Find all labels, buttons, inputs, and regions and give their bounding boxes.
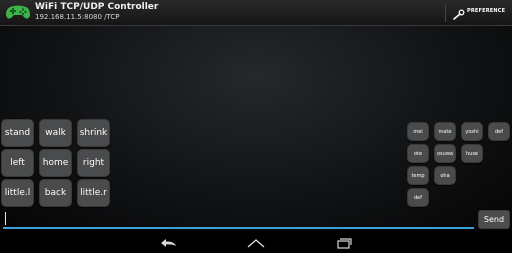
macro-button-yoshi[interactable]: yoshi: [461, 122, 483, 141]
macro-button-temp[interactable]: temp: [407, 166, 429, 185]
input-underline: [3, 227, 474, 229]
macro-button-huse[interactable]: huse: [461, 144, 483, 163]
message-input[interactable]: [0, 208, 476, 230]
shrink-button[interactable]: shrink: [77, 119, 110, 147]
navigation-bar: [0, 230, 512, 250]
gamepad-icon[interactable]: [5, 3, 31, 21]
send-button[interactable]: Send: [478, 210, 510, 229]
macro-button-def[interactable]: def: [488, 122, 510, 141]
walk-button[interactable]: walk: [39, 119, 72, 147]
macro-button-osuwa[interactable]: osuwa: [434, 144, 456, 163]
home-button[interactable]: home: [39, 149, 72, 177]
macro-button-ote[interactable]: ote: [407, 144, 429, 163]
recents-icon[interactable]: [333, 234, 355, 249]
stand-button[interactable]: stand: [1, 119, 34, 147]
back-icon[interactable]: [158, 234, 180, 247]
little-left-button[interactable]: little.l: [1, 179, 34, 207]
right-button[interactable]: right: [77, 149, 110, 177]
left-button[interactable]: left: [1, 149, 34, 177]
macro-button-oha[interactable]: oha: [434, 166, 456, 185]
action-bar-divider: [445, 4, 446, 22]
macro-button-mei[interactable]: mei: [407, 122, 429, 141]
home-icon[interactable]: [245, 234, 267, 248]
little-right-button[interactable]: little.r: [77, 179, 110, 207]
back-button[interactable]: back: [39, 179, 72, 207]
preference-label: PREFERENCE: [467, 8, 506, 14]
content-area: stand walk shrink left home right little…: [0, 26, 512, 230]
wrench-icon: [453, 6, 465, 20]
action-bar: WiFi TCP/UDP Controller 192.168.11.5:808…: [0, 0, 512, 26]
macro-button-mate[interactable]: mate: [434, 122, 456, 141]
app-title: WiFi TCP/UDP Controller: [35, 2, 159, 12]
text-cursor: [5, 212, 6, 225]
preference-button[interactable]: PREFERENCE: [450, 5, 510, 21]
connection-address: 192.168.11.5:8080 /TCP: [35, 13, 120, 21]
macro-button-def-2[interactable]: def: [407, 188, 429, 207]
